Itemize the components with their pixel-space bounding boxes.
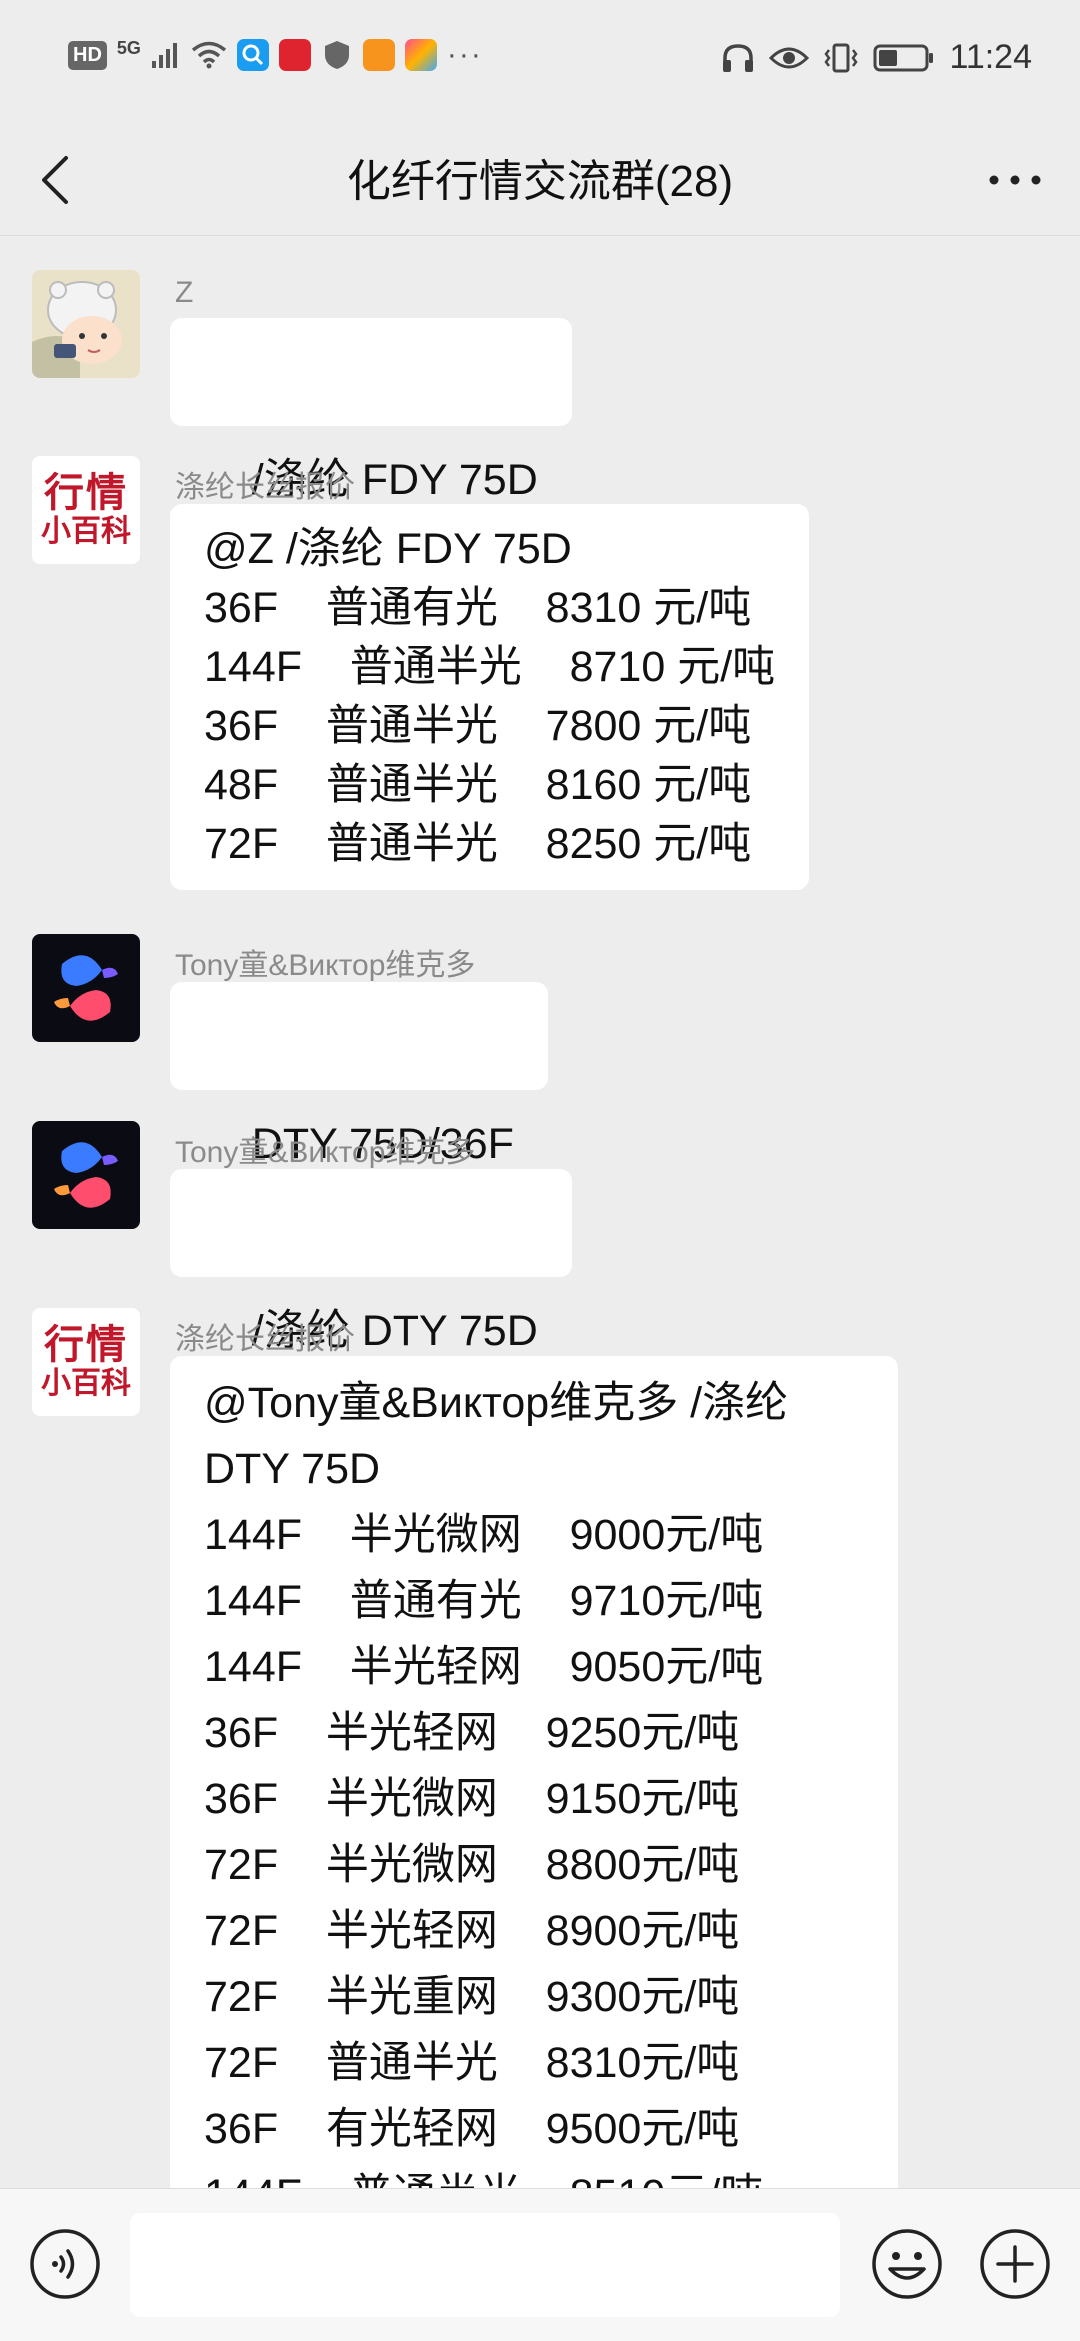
emoji-icon <box>872 2229 942 2299</box>
message-line: 144F 普通半光 8510元/吨 <box>204 2162 864 2188</box>
market-wiki-logo: 行情 小百科 <box>32 1308 140 1416</box>
sender-name: 涤纶长丝报价 <box>175 1323 355 1356</box>
message-bubble[interactable]: DTY 75D/36F <box>170 982 548 1168</box>
message-line: 72F 普通半光 8250 元/吨 <box>204 820 752 868</box>
avatar-logo-text: 行情 <box>44 471 128 515</box>
message-line: 72F 半光微网 8800元/吨 <box>204 1841 740 1889</box>
message-line: 144F 普通半光 8710 元/吨 <box>204 643 776 691</box>
avatar-logo-text: 行情 <box>44 1323 128 1367</box>
avatar-cartoon[interactable] <box>32 270 140 378</box>
message-line: 36F 普通有光 8310 元/吨 <box>204 584 752 632</box>
message-line: @Tony童&Виктор维克多 /涤纶 <box>204 1379 789 1427</box>
more-notifications: ··· <box>446 38 483 71</box>
wifi-icon <box>191 41 227 69</box>
message-line: 144F 普通有光 9710元/吨 <box>204 1577 764 1625</box>
message-line: 72F 普通半光 8310元/吨 <box>204 2039 740 2087</box>
avatar-koi[interactable] <box>32 934 140 1042</box>
eye-icon <box>769 47 810 68</box>
message-bubble[interactable]: /涤纶 DTY 75D <box>170 1169 572 1355</box>
message-line: 36F 有光轻网 9500元/吨 <box>204 2105 740 2153</box>
avatar-logo-subtext: 小百科 <box>41 515 131 548</box>
message-line: 72F 半光轻网 8900元/吨 <box>204 1907 740 1955</box>
message-input[interactable] <box>130 2213 840 2317</box>
signal-icon <box>151 43 177 68</box>
network-type: 5G <box>116 38 141 58</box>
avatar-logo-subtext: 小百科 <box>41 1367 131 1400</box>
message-list[interactable]: Z /涤纶 FDY 75D 行情 小百科 涤纶长丝报价 @Z /涤纶 FDY 7… <box>0 236 1080 2188</box>
avatar-market-wiki[interactable]: 行情 小百科 <box>32 456 140 564</box>
message-bubble[interactable]: @Tony童&Виктор维克多 /涤纶 DTY 75D 144F 半光微网 9… <box>170 1356 898 2188</box>
search-app-icon <box>236 39 269 71</box>
gradient-app-icon <box>404 39 437 71</box>
red-app-icon <box>278 39 311 71</box>
more-dots-icon <box>989 175 1041 185</box>
voice-icon <box>30 2229 100 2299</box>
more-functions-button[interactable] <box>978 2227 1052 2301</box>
vibrate-icon <box>824 43 858 72</box>
message-line: DTY 75D <box>204 1445 381 1493</box>
plus-icon <box>980 2229 1050 2299</box>
orange-app-icon <box>362 39 395 71</box>
koi-fish-avatar-icon <box>32 1121 140 1229</box>
avatar-market-wiki[interactable]: 行情 小百科 <box>32 1308 140 1416</box>
shield-icon <box>324 41 349 69</box>
message-line: 36F 半光微网 9150元/吨 <box>204 1775 740 1823</box>
avatar-koi[interactable] <box>32 1121 140 1229</box>
input-bar <box>0 2188 1080 2341</box>
message-line: @Z /涤纶 FDY 75D <box>204 525 572 573</box>
sender-name: 涤纶长丝报价 <box>175 471 355 504</box>
message-bubble[interactable]: /涤纶 FDY 75D <box>170 318 572 504</box>
voice-button[interactable] <box>28 2227 102 2301</box>
emoji-button[interactable] <box>870 2227 944 2301</box>
koi-fish-avatar-icon <box>32 934 140 1042</box>
headphones-icon <box>723 43 754 72</box>
sender-name: Z <box>175 276 194 309</box>
message-line: 36F 普通半光 7800 元/吨 <box>204 702 752 750</box>
sender-name: Tony童&Виктор维克多 <box>175 1136 476 1169</box>
clock: 11:24 <box>949 38 1032 76</box>
message-line: 48F 普通半光 8160 元/吨 <box>204 761 752 809</box>
chat-header: 化纤行情交流群(28) <box>0 125 1080 236</box>
status-left: HD 5G ··· <box>68 38 483 72</box>
status-bar: HD 5G ··· 11:24 <box>0 0 1080 125</box>
message-bubble[interactable]: @Z /涤纶 FDY 75D 36F 普通有光 8310 元/吨 144F 普通… <box>170 504 810 890</box>
battery-icon <box>873 44 934 71</box>
status-right: 11:24 <box>721 38 1032 77</box>
cartoon-avatar-icon <box>32 270 140 378</box>
more-options-button[interactable] <box>980 143 1050 217</box>
message-line: 144F 半光微网 9000元/吨 <box>204 1511 764 1559</box>
message-line: 144F 半光轻网 9050元/吨 <box>204 1643 764 1691</box>
hd-badge: HD <box>68 40 107 70</box>
sender-name: Tony童&Виктор维克多 <box>175 949 476 982</box>
message-line: 36F 半光轻网 9250元/吨 <box>204 1709 740 1757</box>
message-line: 72F 半光重网 9300元/吨 <box>204 1973 740 2021</box>
market-wiki-logo: 行情 小百科 <box>32 456 140 564</box>
chat-title: 化纤行情交流群(28) <box>346 157 734 206</box>
